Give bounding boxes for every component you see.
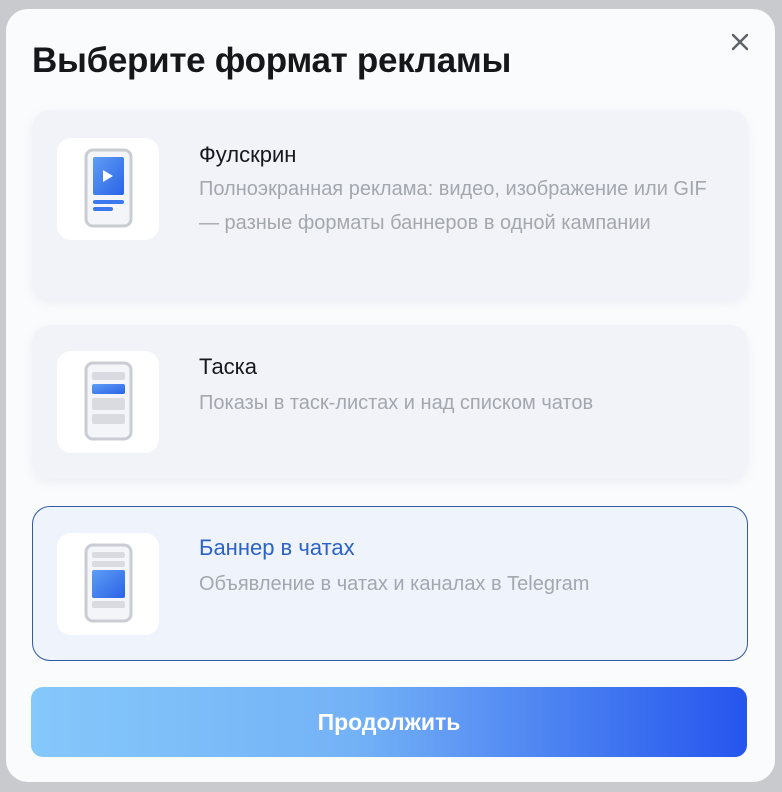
format-thumbnail [57,138,159,240]
format-thumbnail [57,351,159,453]
phone-chat-banner-icon [84,543,133,623]
format-thumbnail [57,533,159,635]
format-card-task[interactable]: Таска Показы в таск-листах и над списком… [32,325,748,479]
format-description: Полноэкранная реклама: видео, изображени… [199,178,707,234]
close-button[interactable] [728,30,752,54]
format-description: Объявление в чатах и каналах в Telegram [199,573,590,595]
format-description: Показы в таск-листах и над списком чатов [199,392,594,414]
format-title: Баннер в чатах [199,535,355,560]
format-card-fullscreen[interactable]: Фулскрин Полноэкранная реклама: видео, и… [32,110,748,299]
format-title: Таска [199,354,258,379]
close-icon [731,33,749,51]
ad-format-dialog: Выберите формат рекламы Фулскрин Полноэк… [6,9,775,782]
format-card-chat-banner[interactable]: Баннер в чатах Объявление в чатах и кана… [32,506,748,661]
phone-fullscreen-video-icon [84,148,133,228]
phone-task-list-icon [84,361,133,441]
dialog-title: Выберите формат рекламы [32,41,512,80]
continue-button[interactable]: Продолжить [31,687,747,757]
format-title: Фулскрин [199,142,297,167]
